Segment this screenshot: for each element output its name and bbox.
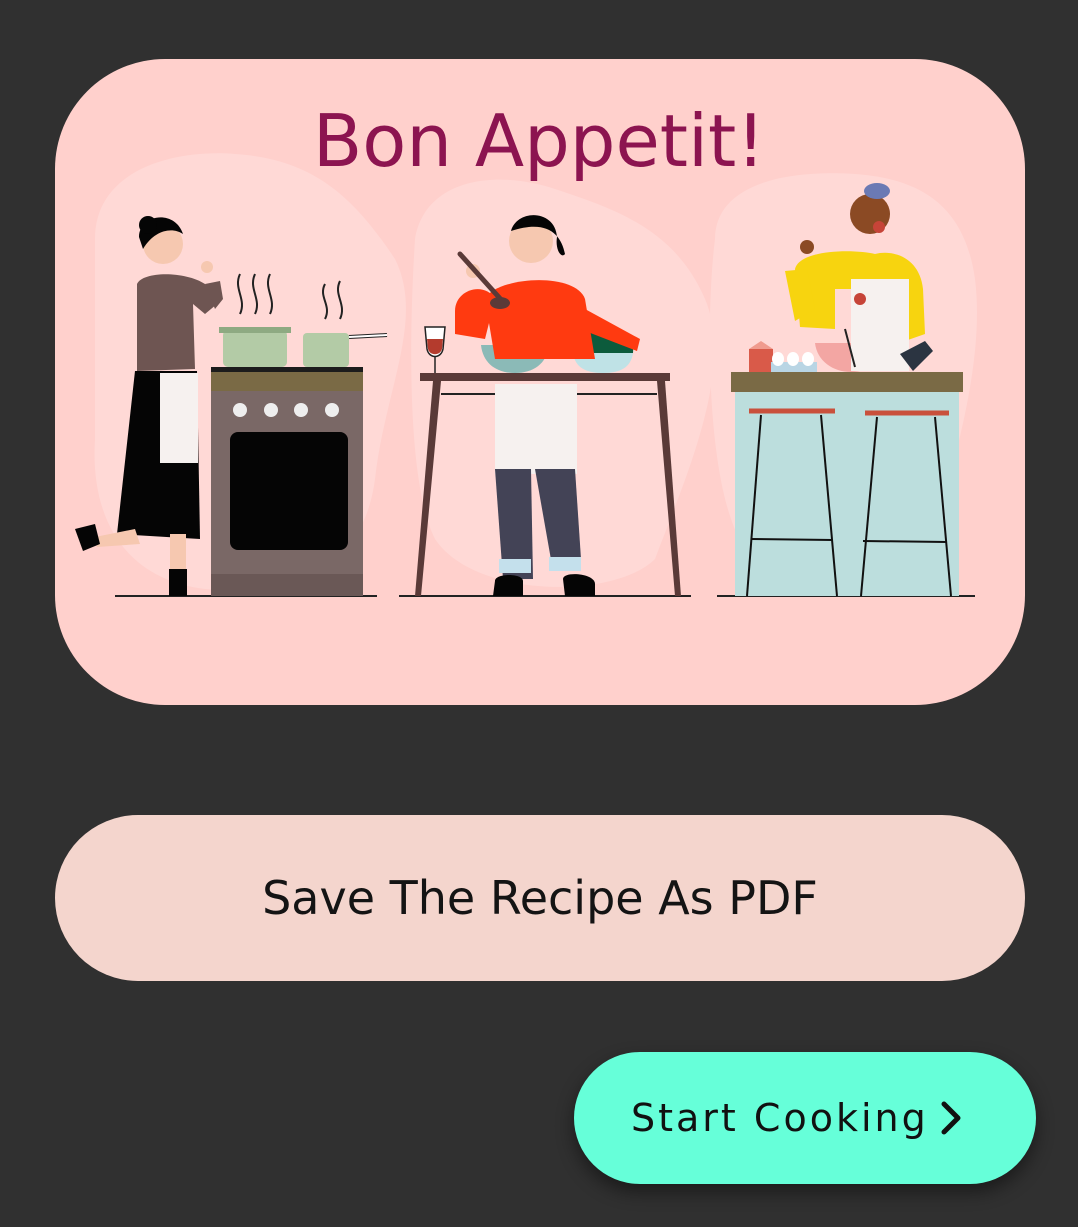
save-recipe-pdf-button[interactable]: Save The Recipe As PDF (55, 815, 1025, 981)
page-title: Bon Appetit! (312, 99, 766, 183)
start-cooking-label: Start Cooking (631, 1096, 929, 1140)
chevron-right-icon (941, 1101, 961, 1135)
start-cooking-button[interactable]: Start Cooking (574, 1052, 1036, 1184)
